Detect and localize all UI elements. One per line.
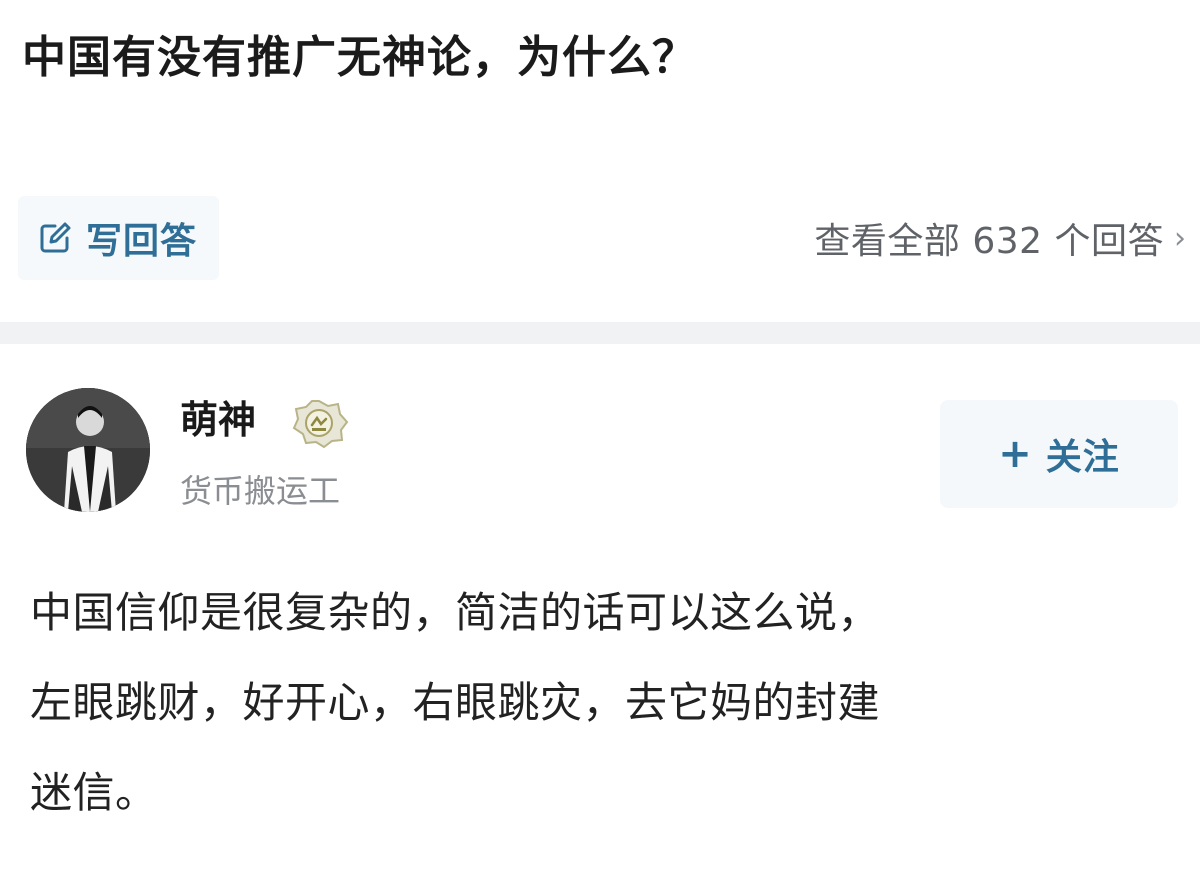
answer-line: 左眼跳财，好开心，右眼跳灾，去它妈的封建 [30, 678, 881, 727]
avatar-image [26, 388, 150, 512]
author-bio: 货币搬运工 [180, 472, 341, 510]
badge-icon [292, 400, 349, 448]
follow-button[interactable]: + 关注 [940, 400, 1178, 508]
qa-page: 中国有没有推广无神论，为什么？ 写回答 查看全部 632 个回答 › 萌神 货币… [0, 0, 1200, 874]
answer-content: 中国信仰是很复杂的，简洁的话可以这么说， 左眼跳财，好开心，右眼跳灾，去它妈的封… [30, 568, 1180, 838]
section-divider [0, 322, 1200, 344]
avatar[interactable] [26, 388, 150, 512]
answer-line: 中国信仰是很复杂的，简洁的话可以这么说， [30, 588, 881, 637]
write-answer-label: 写回答 [86, 221, 198, 262]
write-answer-button[interactable]: 写回答 [18, 196, 220, 280]
chevron-right-icon: › [1174, 220, 1186, 256]
view-all-answers-label: 查看全部 632 个回答 [814, 221, 1164, 262]
plus-icon: + [998, 431, 1032, 477]
question-title: 中国有没有推广无神论，为什么？ [22, 32, 697, 83]
author-name[interactable]: 萌神 [180, 396, 256, 444]
answer-line: 迷信。 [30, 768, 158, 817]
follow-label: 关注 [1045, 437, 1120, 478]
edit-icon [40, 222, 71, 253]
view-all-answers-link[interactable]: 查看全部 632 个回答 › [814, 210, 1186, 266]
question-action-bar: 写回答 查看全部 632 个回答 › [0, 190, 1200, 290]
